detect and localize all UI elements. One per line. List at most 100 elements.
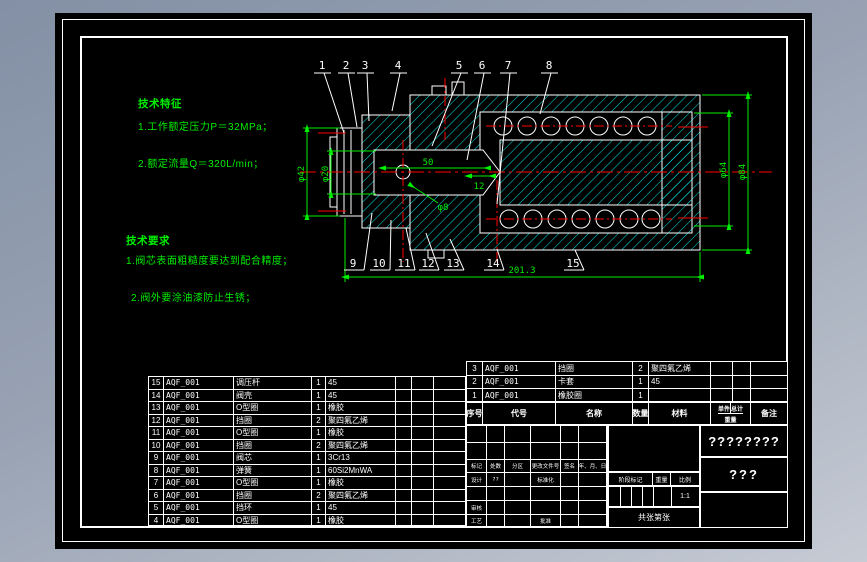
table-cell <box>733 375 751 390</box>
table-cell <box>505 443 531 460</box>
table-cell <box>751 389 788 403</box>
table-cell <box>412 389 434 402</box>
table-cell: AQF_001 <box>164 402 234 415</box>
table-cell: 14 <box>149 389 164 402</box>
table-cell: 45 <box>326 377 396 390</box>
table-cell <box>505 487 531 501</box>
table-cell <box>434 502 466 515</box>
tech-requirement-2: 2.阀外要涂油漆防止生锈； <box>131 293 256 304</box>
table-cell <box>396 514 412 527</box>
table-cell <box>561 515 579 527</box>
table-cell <box>434 414 466 427</box>
table-cell <box>561 443 579 460</box>
table-cell: 橡胶 <box>326 514 396 527</box>
table-cell: 3 <box>467 362 483 376</box>
table-cell <box>579 426 607 443</box>
table-cell <box>487 443 505 460</box>
table-cell <box>487 426 505 443</box>
table-cell: 45 <box>649 375 711 390</box>
table-cell: 1 <box>467 389 483 403</box>
signature-grid: 标记 处数 分区 更改文件号 签名 年、月、日 设计?? 标准化 审核 工艺 批准 <box>466 425 608 528</box>
table-cell <box>396 402 412 415</box>
table-cell: O型圈 <box>234 514 312 527</box>
table-cell <box>434 389 466 402</box>
table-cell: 1 <box>312 377 326 390</box>
tech-requirement-1: 1.阀芯表面粗糙度要达到配合精度； <box>126 256 293 267</box>
header-total: 总计 <box>731 406 744 413</box>
table-cell <box>579 487 607 501</box>
table-cell <box>751 375 788 390</box>
table-cell: 13 <box>149 402 164 415</box>
tech-feature-1: 1.工作额定压力P＝32MPa； <box>138 122 273 133</box>
table-cell <box>396 414 412 427</box>
table-cell <box>751 362 788 376</box>
parts-list-header: 序号 代号 名称 数量 材料 单件 总计 重量 备注 <box>466 402 788 425</box>
table-cell: 2 <box>312 414 326 427</box>
table-cell: O型圈 <box>234 402 312 415</box>
table-cell <box>434 377 466 390</box>
table-cell: 2 <box>467 375 483 390</box>
sheets-cell: 共 张 第 张 <box>608 507 700 528</box>
stage-marks-row: 1:1 <box>608 486 700 507</box>
table-cell <box>531 443 561 460</box>
table-cell: 1 <box>312 402 326 415</box>
table-cell <box>412 414 434 427</box>
table-cell: O型圈 <box>234 477 312 490</box>
table-cell <box>467 443 487 460</box>
table-cell <box>531 487 561 501</box>
table-cell: 5 <box>149 502 164 515</box>
table-cell <box>412 377 434 390</box>
header-material: 材料 <box>649 403 711 424</box>
table-cell: 3Cr13 <box>326 452 396 465</box>
table-cell: 审核 <box>467 501 487 515</box>
drawing-title: ???????? <box>700 425 788 457</box>
table-cell: 挡圈 <box>234 439 312 452</box>
header-weight-group: 单件 总计 重量 <box>711 403 751 424</box>
table-cell: 弹簧 <box>234 464 312 477</box>
table-cell: AQF_001 <box>483 389 556 403</box>
tech-features-title: 技术特征 <box>138 98 182 110</box>
table-cell: 1 <box>312 477 326 490</box>
header-qty: 数量 <box>633 403 649 424</box>
table-cell: AQF_001 <box>164 489 234 502</box>
table-cell <box>561 426 579 443</box>
table-cell <box>396 389 412 402</box>
table-cell: 处数 <box>487 460 505 473</box>
table-cell <box>396 464 412 477</box>
table-cell <box>531 426 561 443</box>
table-cell: 2 <box>633 362 649 376</box>
table-cell <box>579 443 607 460</box>
table-cell: 2 <box>312 489 326 502</box>
table-cell <box>412 402 434 415</box>
table-cell <box>434 514 466 527</box>
table-cell: O型圈 <box>234 427 312 440</box>
header-weight: 重量 <box>724 417 737 424</box>
cad-viewport: 技术特征 1.工作额定压力P＝32MPa； 2.额定流量Q＝320L/min； … <box>0 0 867 562</box>
table-cell <box>561 487 579 501</box>
table-cell: AQF_001 <box>164 427 234 440</box>
table-cell <box>579 501 607 515</box>
table-cell <box>434 477 466 490</box>
scale-label: 比例 <box>678 477 691 484</box>
table-cell <box>396 427 412 440</box>
table-cell <box>412 464 434 477</box>
table-cell: AQF_001 <box>483 375 556 390</box>
table-cell <box>487 501 505 515</box>
table-cell <box>412 489 434 502</box>
table-cell: 更改文件号 <box>531 460 561 473</box>
table-cell: 45 <box>326 389 396 402</box>
table-cell: AQF_001 <box>164 464 234 477</box>
table-cell <box>412 477 434 490</box>
table-cell: 11 <box>149 427 164 440</box>
table-cell: 1 <box>633 389 649 403</box>
table-cell <box>396 502 412 515</box>
table-cell: AQF_001 <box>164 477 234 490</box>
table-cell: 挡环 <box>234 502 312 515</box>
table-cell <box>505 426 531 443</box>
header-code: 代号 <box>483 403 556 424</box>
table-cell: AQF_001 <box>164 389 234 402</box>
company-cell <box>700 492 788 528</box>
table-cell <box>733 389 751 403</box>
table-cell: 标准化 <box>531 473 561 487</box>
header-seq: 序号 <box>467 403 483 424</box>
